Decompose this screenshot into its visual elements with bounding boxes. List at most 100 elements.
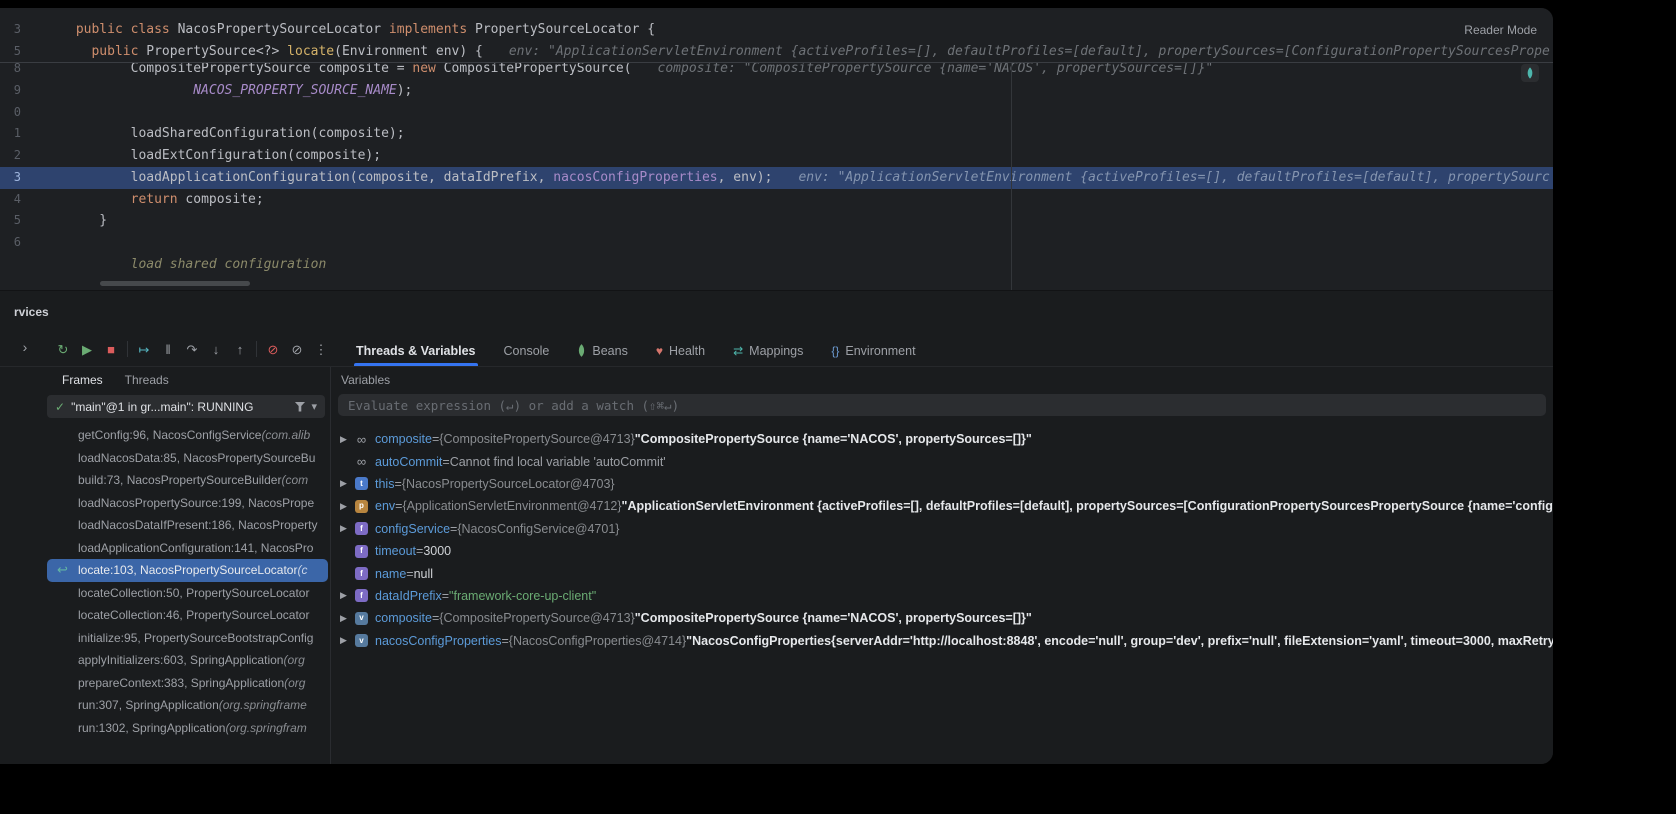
step-out-button[interactable]: ↑ xyxy=(228,337,252,361)
code-line[interactable]: 9 NACOS_PROPERTY_SOURCE_NAME); xyxy=(0,80,1553,102)
expand-chevron-icon[interactable]: ▶ xyxy=(340,501,355,512)
gutter-space[interactable] xyxy=(21,19,68,41)
resume-button[interactable]: ▶ xyxy=(75,337,99,361)
gutter-space[interactable] xyxy=(21,123,68,145)
code-text: } xyxy=(68,210,107,232)
stack-frame[interactable]: run:307, SpringApplication (org.springfr… xyxy=(47,694,328,717)
expand-chevron-icon[interactable]: ▶ xyxy=(340,635,355,646)
variable-icon-cell: f xyxy=(355,522,375,535)
chevron-down-icon[interactable] xyxy=(311,400,317,413)
stack-frame[interactable]: loadNacosPropertySource:199, NacosPrope xyxy=(47,492,328,515)
gutter-space[interactable] xyxy=(21,189,68,211)
gutter-space[interactable] xyxy=(21,232,68,254)
code-editor[interactable]: 8 CompositePropertySource composite = ne… xyxy=(0,8,1553,290)
stack-frame[interactable]: loadApplicationConfiguration:141, NacosP… xyxy=(47,537,328,560)
sticky-lines[interactable]: 3 public class NacosPropertySourceLocato… xyxy=(0,19,1553,63)
stack-frame[interactable]: loadNacosData:85, NacosPropertySourceBu xyxy=(47,447,328,470)
evaluate-expression-input[interactable]: Evaluate expression (↵) or add a watch (… xyxy=(338,394,1546,416)
tab-threads[interactable]: Threads xyxy=(125,373,169,387)
variable-row[interactable]: ∞autoCommit = Cannot find local variable… xyxy=(332,450,1553,472)
thread-selector[interactable]: ✓ "main"@1 in gr...main": RUNNING xyxy=(47,395,325,418)
editor-widget-icon[interactable] xyxy=(1521,64,1539,82)
gutter-space[interactable] xyxy=(21,102,68,124)
gutter-space[interactable] xyxy=(21,41,68,63)
gutter-space[interactable] xyxy=(21,145,68,167)
tab-mappings[interactable]: ⇄Mappings xyxy=(733,335,803,366)
variable-row[interactable]: ▶vcomposite = {CompositePropertySource@4… xyxy=(332,607,1553,629)
stack-frame[interactable]: locateCollection:46, PropertySourceLocat… xyxy=(47,604,328,627)
code-line[interactable]: 1 loadSharedConfiguration(composite); xyxy=(0,123,1553,145)
show-execution-point-button[interactable]: ↦ xyxy=(132,337,156,361)
rerun-button[interactable]: ↻ xyxy=(51,337,75,361)
line-number[interactable]: 5 xyxy=(0,41,21,63)
step-over-button[interactable]: ↷ xyxy=(180,337,204,361)
expand-chevron-icon[interactable]: ▶ xyxy=(340,478,355,489)
gutter-space[interactable] xyxy=(21,167,68,189)
editor-lines[interactable]: 8 CompositePropertySource composite = ne… xyxy=(0,58,1553,276)
stop-button[interactable]: ■ xyxy=(99,337,123,361)
line-number[interactable]: 6 xyxy=(0,232,21,254)
variable-icon-cell: ∞ xyxy=(355,455,375,468)
variable-row[interactable]: ▶tthis = {NacosPropertySourceLocator@470… xyxy=(332,473,1553,495)
expand-chevron-icon[interactable]: ▶ xyxy=(340,434,355,445)
code-line[interactable]: 2 loadExtConfiguration(composite); xyxy=(0,145,1553,167)
variable-row[interactable]: ▶fconfigService = {NacosConfigService@47… xyxy=(332,518,1553,540)
stack-frame[interactable]: getConfig:96, NacosConfigService (com.al… xyxy=(47,424,328,447)
stack-frame[interactable]: build:73, NacosPropertySourceBuilder (co… xyxy=(47,469,328,492)
stack-frame[interactable]: locateCollection:50, PropertySourceLocat… xyxy=(47,582,328,605)
code-line[interactable]: 5 public PropertySource<?> locate(Enviro… xyxy=(0,41,1553,63)
stack-frame[interactable]: ↩locate:103, NacosPropertySourceLocator … xyxy=(47,559,328,582)
stack-frame[interactable]: applyInitializers:603, SpringApplication… xyxy=(47,649,328,672)
horizontal-scrollbar[interactable] xyxy=(100,281,250,286)
expand-chevron-icon[interactable]: ▶ xyxy=(340,590,355,601)
filter-icon[interactable] xyxy=(294,402,305,412)
stack-frame[interactable]: run:1302, SpringApplication (org.springf… xyxy=(47,717,328,740)
line-number[interactable]: 1 xyxy=(0,123,21,145)
variable-row[interactable]: ▶fdataIdPrefix = "framework-core-up-clie… xyxy=(332,585,1553,607)
code-line[interactable]: 0 xyxy=(0,102,1553,124)
gutter-space[interactable] xyxy=(21,210,68,232)
line-number[interactable]: 3 xyxy=(0,19,21,41)
step-into-button[interactable]: ↓ xyxy=(204,337,228,361)
tab-threads-variables[interactable]: Threads & Variables xyxy=(356,335,476,366)
tab-health[interactable]: ♥Health xyxy=(656,335,705,366)
code-line[interactable]: 3 public class NacosPropertySourceLocato… xyxy=(0,19,1553,41)
line-number[interactable] xyxy=(0,254,21,276)
line-number[interactable]: 2 xyxy=(0,145,21,167)
tab-environment[interactable]: {}Environment xyxy=(831,335,915,366)
line-number[interactable]: 0 xyxy=(0,102,21,124)
code-token xyxy=(68,83,193,98)
code-line[interactable]: 5 } xyxy=(0,210,1553,232)
line-number[interactable]: 4 xyxy=(0,189,21,211)
frame-package: (org xyxy=(283,653,304,667)
panel-expander-icon[interactable] xyxy=(16,338,34,356)
expand-chevron-icon[interactable]: ▶ xyxy=(340,613,355,624)
panel-divider[interactable] xyxy=(330,367,331,764)
stack-frame[interactable]: initialize:95, PropertySourceBootstrapCo… xyxy=(47,627,328,650)
variable-row[interactable]: ▶vnacosConfigProperties = {NacosConfigPr… xyxy=(332,630,1553,652)
more-options-button[interactable]: ⋮ xyxy=(309,337,333,361)
variables-list: ▶∞composite = {CompositePropertySource@4… xyxy=(332,428,1553,652)
stack-frame[interactable]: loadNacosDataIfPresent:186, NacosPropert… xyxy=(47,514,328,537)
stack-frame[interactable]: prepareContext:383, SpringApplication (o… xyxy=(47,672,328,695)
line-number[interactable]: 5 xyxy=(0,210,21,232)
gutter-space[interactable] xyxy=(21,80,68,102)
code-line[interactable]: 6 xyxy=(0,232,1553,254)
mute-breakpoints-button[interactable]: ⊘ xyxy=(261,337,285,361)
tab-frames[interactable]: Frames xyxy=(62,373,103,387)
view-breakpoints-button[interactable]: ⊘ xyxy=(285,337,309,361)
variable-row[interactable]: fname = null xyxy=(332,562,1553,584)
variable-row[interactable]: ▶∞composite = {CompositePropertySource@4… xyxy=(332,428,1553,450)
code-line[interactable]: load shared configuration xyxy=(0,254,1553,276)
code-line[interactable]: 4 return composite; xyxy=(0,189,1553,211)
tab-beans[interactable]: Beans xyxy=(577,335,627,366)
pause-button[interactable]: ‖ xyxy=(156,337,180,361)
variable-row[interactable]: ftimeout = 3000 xyxy=(332,540,1553,562)
variable-row[interactable]: ▶penv = {ApplicationServletEnvironment@4… xyxy=(332,495,1553,517)
line-number[interactable]: 9 xyxy=(0,80,21,102)
tab-console[interactable]: Console xyxy=(504,335,550,366)
gutter-space[interactable] xyxy=(21,254,68,276)
line-number[interactable]: 3 xyxy=(0,167,21,189)
expand-chevron-icon[interactable]: ▶ xyxy=(340,523,355,534)
code-line[interactable]: 3 loadApplicationConfiguration(composite… xyxy=(0,167,1553,189)
